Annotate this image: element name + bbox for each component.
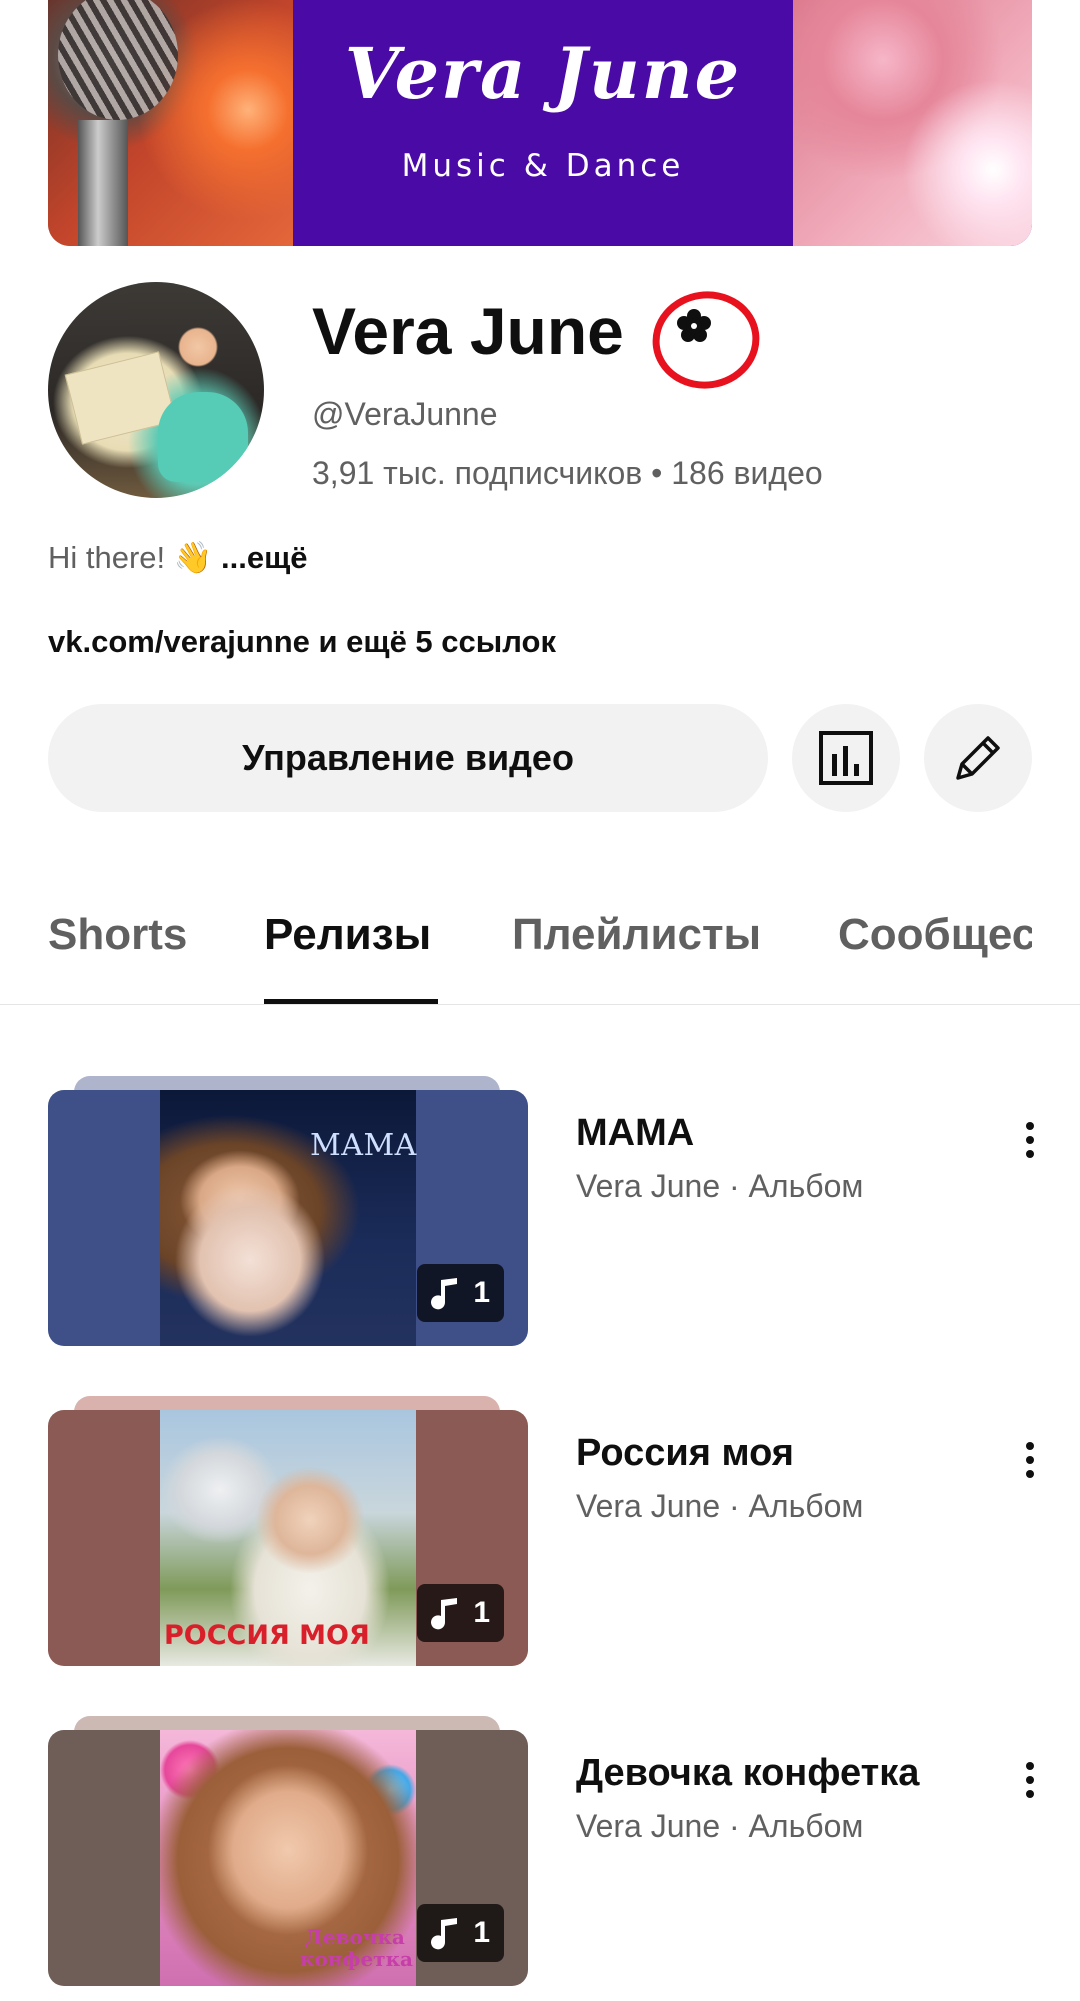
channel-stats: 3,91 тыс. подписчиков • 186 видео bbox=[312, 455, 823, 491]
release-item[interactable]: Девочка конфетка 1 Девочка конфетка Vera… bbox=[0, 1716, 1080, 1986]
tab-community[interactable]: Сообщес bbox=[838, 910, 1036, 960]
microphone-image bbox=[58, 0, 178, 120]
track-count: 1 bbox=[473, 1596, 490, 1629]
album-cover-title: Девочка конфетка bbox=[300, 1925, 413, 1971]
channel-banner: Vera June Music & Dance bbox=[48, 0, 1032, 246]
album-thumbnail[interactable]: МАМА 1 bbox=[48, 1090, 528, 1346]
avatar-dress bbox=[158, 392, 248, 482]
release-title[interactable]: Девочка конфетка bbox=[576, 1752, 919, 1795]
music-note-icon bbox=[431, 1278, 458, 1310]
channel-avatar[interactable] bbox=[48, 282, 264, 498]
release-meta: Vera June · Альбом bbox=[576, 1168, 864, 1204]
album-thumbnail[interactable]: Девочка конфетка 1 bbox=[48, 1730, 528, 1986]
track-count: 1 bbox=[473, 1916, 490, 1949]
channel-description[interactable]: Hi there! 👋 ...ещё bbox=[48, 539, 307, 576]
banner-title: Vera June bbox=[344, 32, 742, 115]
release-meta: Vera June · Альбом bbox=[576, 1488, 864, 1524]
description-more-link[interactable]: ...ещё bbox=[221, 540, 307, 575]
manage-videos-button[interactable]: Управление видео bbox=[48, 704, 768, 812]
album-cover-title: МАМА bbox=[310, 1128, 417, 1163]
analytics-button[interactable] bbox=[792, 704, 900, 812]
track-count-badge: 1 bbox=[417, 1904, 504, 1962]
tab-releases[interactable]: Релизы bbox=[264, 910, 431, 960]
banner-photo-left bbox=[48, 0, 293, 246]
more-vert-icon bbox=[1026, 1762, 1034, 1798]
album-cover-image: МАМА bbox=[160, 1090, 417, 1346]
music-note-icon bbox=[431, 1598, 458, 1630]
edit-channel-button[interactable] bbox=[924, 704, 1032, 812]
analytics-icon bbox=[819, 731, 873, 785]
pencil-icon bbox=[956, 736, 1000, 780]
channel-links[interactable]: vk.com/verajunne и ещё 5 ссылок bbox=[48, 624, 556, 660]
banner-photo-right bbox=[793, 0, 1032, 246]
active-tab-indicator bbox=[264, 999, 438, 1004]
album-cover-image: Девочка конфетка bbox=[160, 1730, 416, 1986]
track-count-badge: 1 bbox=[417, 1264, 504, 1322]
release-title[interactable]: МАМА bbox=[576, 1112, 694, 1155]
release-item[interactable]: РОССИЯ МОЯ 1 Россия моя Vera June · Альб… bbox=[0, 1396, 1080, 1666]
more-options-button[interactable] bbox=[1012, 1432, 1048, 1488]
channel-tabs: Shorts Релизы Плейлисты Сообщес bbox=[0, 880, 1080, 1005]
banner-subtitle: Music & Dance bbox=[401, 148, 685, 184]
release-meta: Vera June · Альбом bbox=[576, 1808, 864, 1844]
microphone-stand bbox=[78, 120, 128, 246]
release-title[interactable]: Россия моя bbox=[576, 1432, 794, 1475]
album-cover-title: РОССИЯ МОЯ bbox=[164, 1620, 370, 1651]
tab-shorts[interactable]: Shorts bbox=[48, 910, 187, 960]
more-vert-icon bbox=[1026, 1122, 1034, 1158]
tab-playlists[interactable]: Плейлисты bbox=[512, 910, 761, 960]
channel-handle: @VeraJunne bbox=[312, 396, 498, 432]
album-thumbnail[interactable]: РОССИЯ МОЯ 1 bbox=[48, 1410, 528, 1666]
track-count: 1 bbox=[473, 1276, 490, 1309]
track-count-badge: 1 bbox=[417, 1584, 504, 1642]
release-item[interactable]: МАМА 1 МАМА Vera June · Альбом bbox=[0, 1076, 1080, 1346]
more-vert-icon bbox=[1026, 1442, 1034, 1478]
description-text: Hi there! 👋 bbox=[48, 540, 213, 575]
tabs-edge bbox=[1032, 880, 1080, 1003]
music-note-icon bbox=[431, 1918, 458, 1950]
more-options-button[interactable] bbox=[1012, 1752, 1048, 1808]
verified-music-badge-icon bbox=[652, 291, 760, 389]
channel-name: Vera June bbox=[312, 294, 624, 368]
album-cover-image: РОССИЯ МОЯ bbox=[160, 1410, 416, 1666]
more-options-button[interactable] bbox=[1012, 1112, 1048, 1168]
